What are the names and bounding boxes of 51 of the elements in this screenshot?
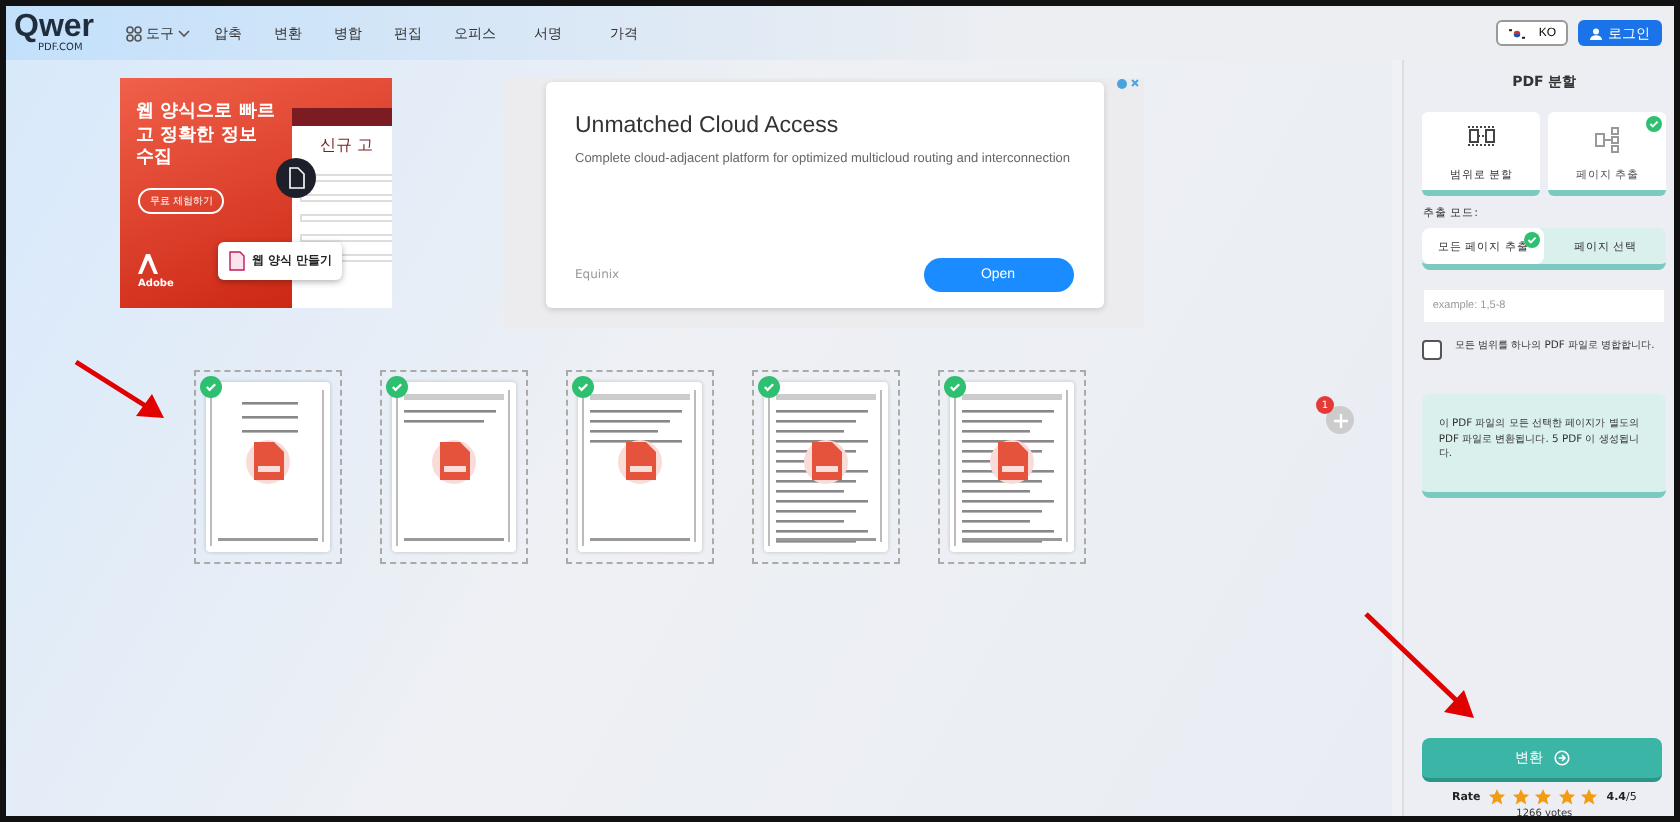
grid-icon [126,25,142,41]
extract-pages-icon [1593,126,1622,154]
page-checkbox[interactable] [758,376,780,398]
code-file-icon [276,158,316,198]
rating-stars[interactable] [1488,788,1599,806]
pdf-file-icon [618,440,662,484]
star-icon[interactable] [1580,788,1599,806]
star-icon[interactable] [1557,788,1576,806]
pdf-file-icon [246,440,290,484]
chevron-down-icon [178,29,190,37]
split-range-icon [1467,126,1496,146]
logo-wordmark: Qwer [14,12,97,44]
page-thumbnail[interactable] [764,382,888,552]
check-icon [390,380,404,394]
page-checkbox[interactable] [572,376,594,398]
page-slot[interactable] [380,370,528,564]
pdf-file-icon [990,440,1034,484]
page-checkbox[interactable] [200,376,222,398]
form-title: 신규 고 [320,134,374,156]
arrow-right-circle-icon [1553,750,1570,766]
star-icon[interactable] [1488,788,1507,806]
adobe-logo-icon [138,254,158,274]
page-slot[interactable] [938,370,1086,564]
check-icon [576,380,590,394]
check-icon [204,380,218,394]
ad-title: Unmatched Cloud Access [575,114,841,138]
page-thumbnail[interactable] [950,382,1074,552]
ad-info-icon[interactable] [1116,78,1140,90]
check-icon [762,380,776,394]
page-thumbnail[interactable] [578,382,702,552]
star-icon[interactable] [1534,788,1553,806]
arrow-annotation [72,358,168,422]
page-slot[interactable] [752,370,900,564]
merge-checkbox[interactable] [1422,340,1443,360]
check-icon [948,380,962,394]
page-slot[interactable] [194,370,342,564]
code-file-icon [228,250,246,272]
page-checkbox[interactable] [944,376,966,398]
add-page-button[interactable] [1326,406,1354,434]
page-checkbox[interactable] [386,376,408,398]
pdf-file-icon [804,440,848,484]
ad-headline: 웹 양식으로 빠르고 정확한 정보 수집 [136,102,277,173]
flag-icon [1508,27,1527,39]
pdf-file-icon [432,440,476,484]
page-thumbnail[interactable] [206,382,330,552]
star-icon[interactable] [1511,788,1530,806]
user-icon [1590,27,1602,39]
page-thumbnail[interactable] [392,382,516,552]
arrow-annotation [1362,610,1478,722]
page-slot[interactable] [566,370,714,564]
plus-icon [1333,413,1347,427]
